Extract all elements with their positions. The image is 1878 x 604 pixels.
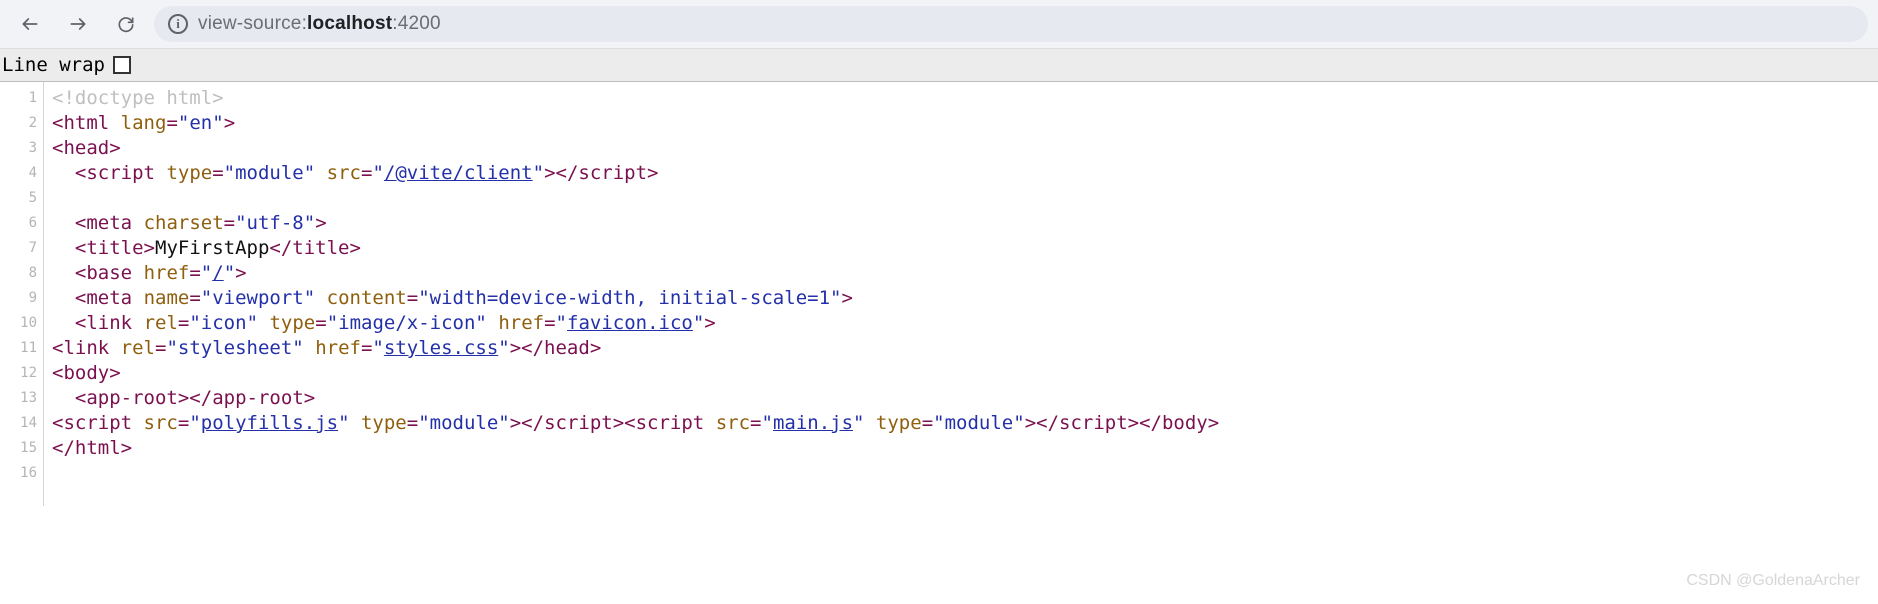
- url-text: view-source:localhost:4200: [198, 13, 441, 35]
- code-line: <html lang="en">: [52, 112, 235, 134]
- code-line: <app-root></app-root>: [52, 387, 315, 409]
- code-line: </html>: [52, 437, 132, 459]
- source-toolbar: Line wrap: [0, 48, 1878, 82]
- source-view: 12345678910111213141516 <!doctype html> …: [0, 82, 1878, 506]
- arrow-left-icon: [20, 14, 40, 34]
- code-line: <script src="polyfills.js" type="module"…: [52, 412, 1219, 434]
- info-icon[interactable]: i: [168, 14, 188, 34]
- forward-button[interactable]: [58, 6, 98, 42]
- code-line: <!doctype html>: [52, 87, 224, 109]
- back-button[interactable]: [10, 6, 50, 42]
- code-line: <head>: [52, 137, 121, 159]
- arrow-right-icon: [68, 14, 88, 34]
- linewrap-checkbox[interactable]: [113, 56, 131, 74]
- code-line: <meta name="viewport" content="width=dev…: [52, 287, 853, 309]
- base-href-link[interactable]: /: [212, 262, 223, 284]
- main-js-link[interactable]: main.js: [773, 412, 853, 434]
- reload-button[interactable]: [106, 6, 146, 42]
- code-line: <link rel="stylesheet" href="styles.css"…: [52, 337, 601, 359]
- browser-toolbar: i view-source:localhost:4200: [0, 0, 1878, 48]
- code-line: <title>MyFirstApp</title>: [52, 237, 361, 259]
- watermark: CSDN @GoldenaArcher: [1686, 572, 1860, 590]
- code-line: <meta charset="utf-8">: [52, 212, 327, 234]
- address-bar[interactable]: i view-source:localhost:4200: [154, 6, 1868, 42]
- styles-css-link[interactable]: styles.css: [384, 337, 498, 359]
- line-gutter: 12345678910111213141516: [0, 82, 44, 506]
- linewrap-label: Line wrap: [2, 54, 105, 76]
- polyfills-link[interactable]: polyfills.js: [201, 412, 338, 434]
- code-line: <body>: [52, 362, 121, 384]
- code-line: <script type="module" src="/@vite/client…: [52, 162, 658, 184]
- source-code[interactable]: <!doctype html> <html lang="en"> <head> …: [44, 82, 1219, 506]
- vite-client-link[interactable]: /@vite/client: [384, 162, 533, 184]
- reload-icon: [116, 14, 136, 34]
- favicon-link[interactable]: favicon.ico: [567, 312, 693, 334]
- code-line: <link rel="icon" type="image/x-icon" hre…: [52, 312, 716, 334]
- code-line: <base href="/">: [52, 262, 247, 284]
